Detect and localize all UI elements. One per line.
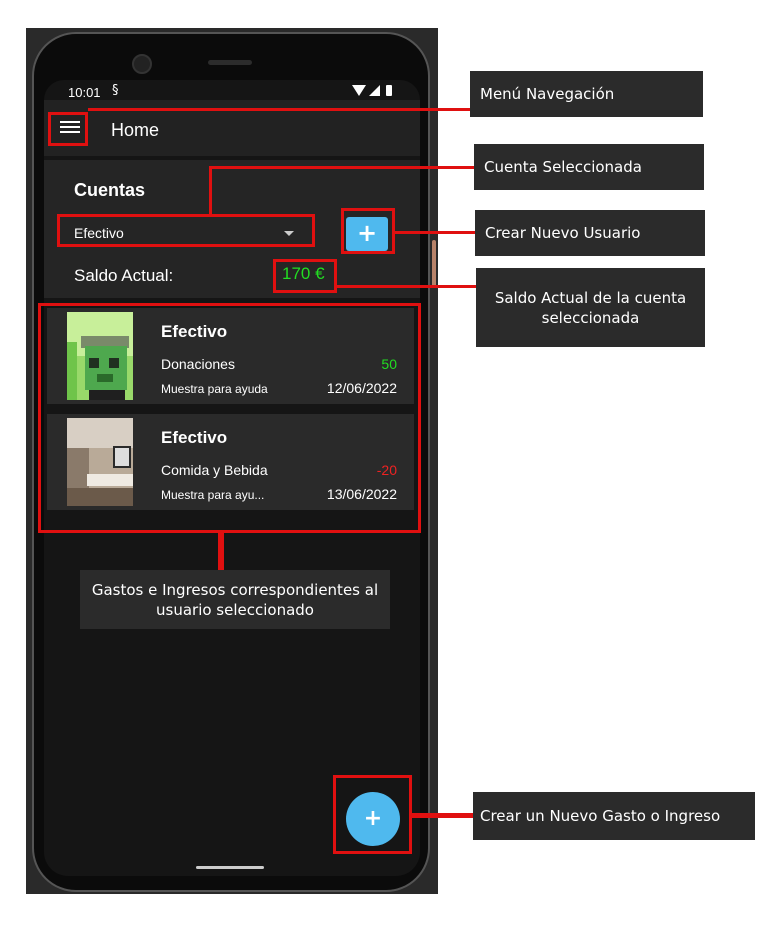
annotation-transactions: Gastos e Ingresos correspondientes al us… <box>80 570 390 629</box>
battery-icon <box>386 85 392 96</box>
account-connector-v <box>209 166 212 215</box>
balance-label: Saldo Actual: <box>74 266 174 285</box>
annotation-new-user: Crear Nuevo Usuario <box>475 210 705 256</box>
wifi-icon <box>352 85 366 96</box>
power-button <box>432 240 436 288</box>
status-icons <box>352 85 392 96</box>
balance-connector <box>337 285 476 288</box>
account-select-highlight <box>57 214 315 247</box>
menu-highlight <box>48 112 88 146</box>
fab-connector <box>412 813 473 818</box>
annotation-selected-account: Cuenta Seleccionada <box>474 144 704 190</box>
front-camera <box>132 54 152 74</box>
signal-icon <box>369 85 380 96</box>
earpiece-speaker <box>208 60 252 65</box>
sync-icon: § <box>112 83 119 98</box>
transactions-connector <box>218 533 224 570</box>
menu-connector <box>88 108 470 111</box>
annotation-new-entry: Crear un Nuevo Gasto o Ingreso <box>473 792 755 840</box>
new-user-connector <box>395 231 475 234</box>
transactions-highlight <box>38 303 421 533</box>
add-user-highlight <box>341 208 395 254</box>
balance-highlight <box>273 259 337 293</box>
status-time: 10:01 <box>68 85 101 100</box>
annotation-balance: Saldo Actual de la cuenta seleccionada <box>476 268 705 347</box>
annotation-menu: Menú Navegación <box>470 71 703 117</box>
fab-highlight <box>333 775 412 854</box>
account-connector-h <box>209 166 474 169</box>
home-indicator[interactable] <box>196 866 264 869</box>
page-title: Home <box>111 120 160 140</box>
accounts-title: Cuentas <box>74 180 146 200</box>
